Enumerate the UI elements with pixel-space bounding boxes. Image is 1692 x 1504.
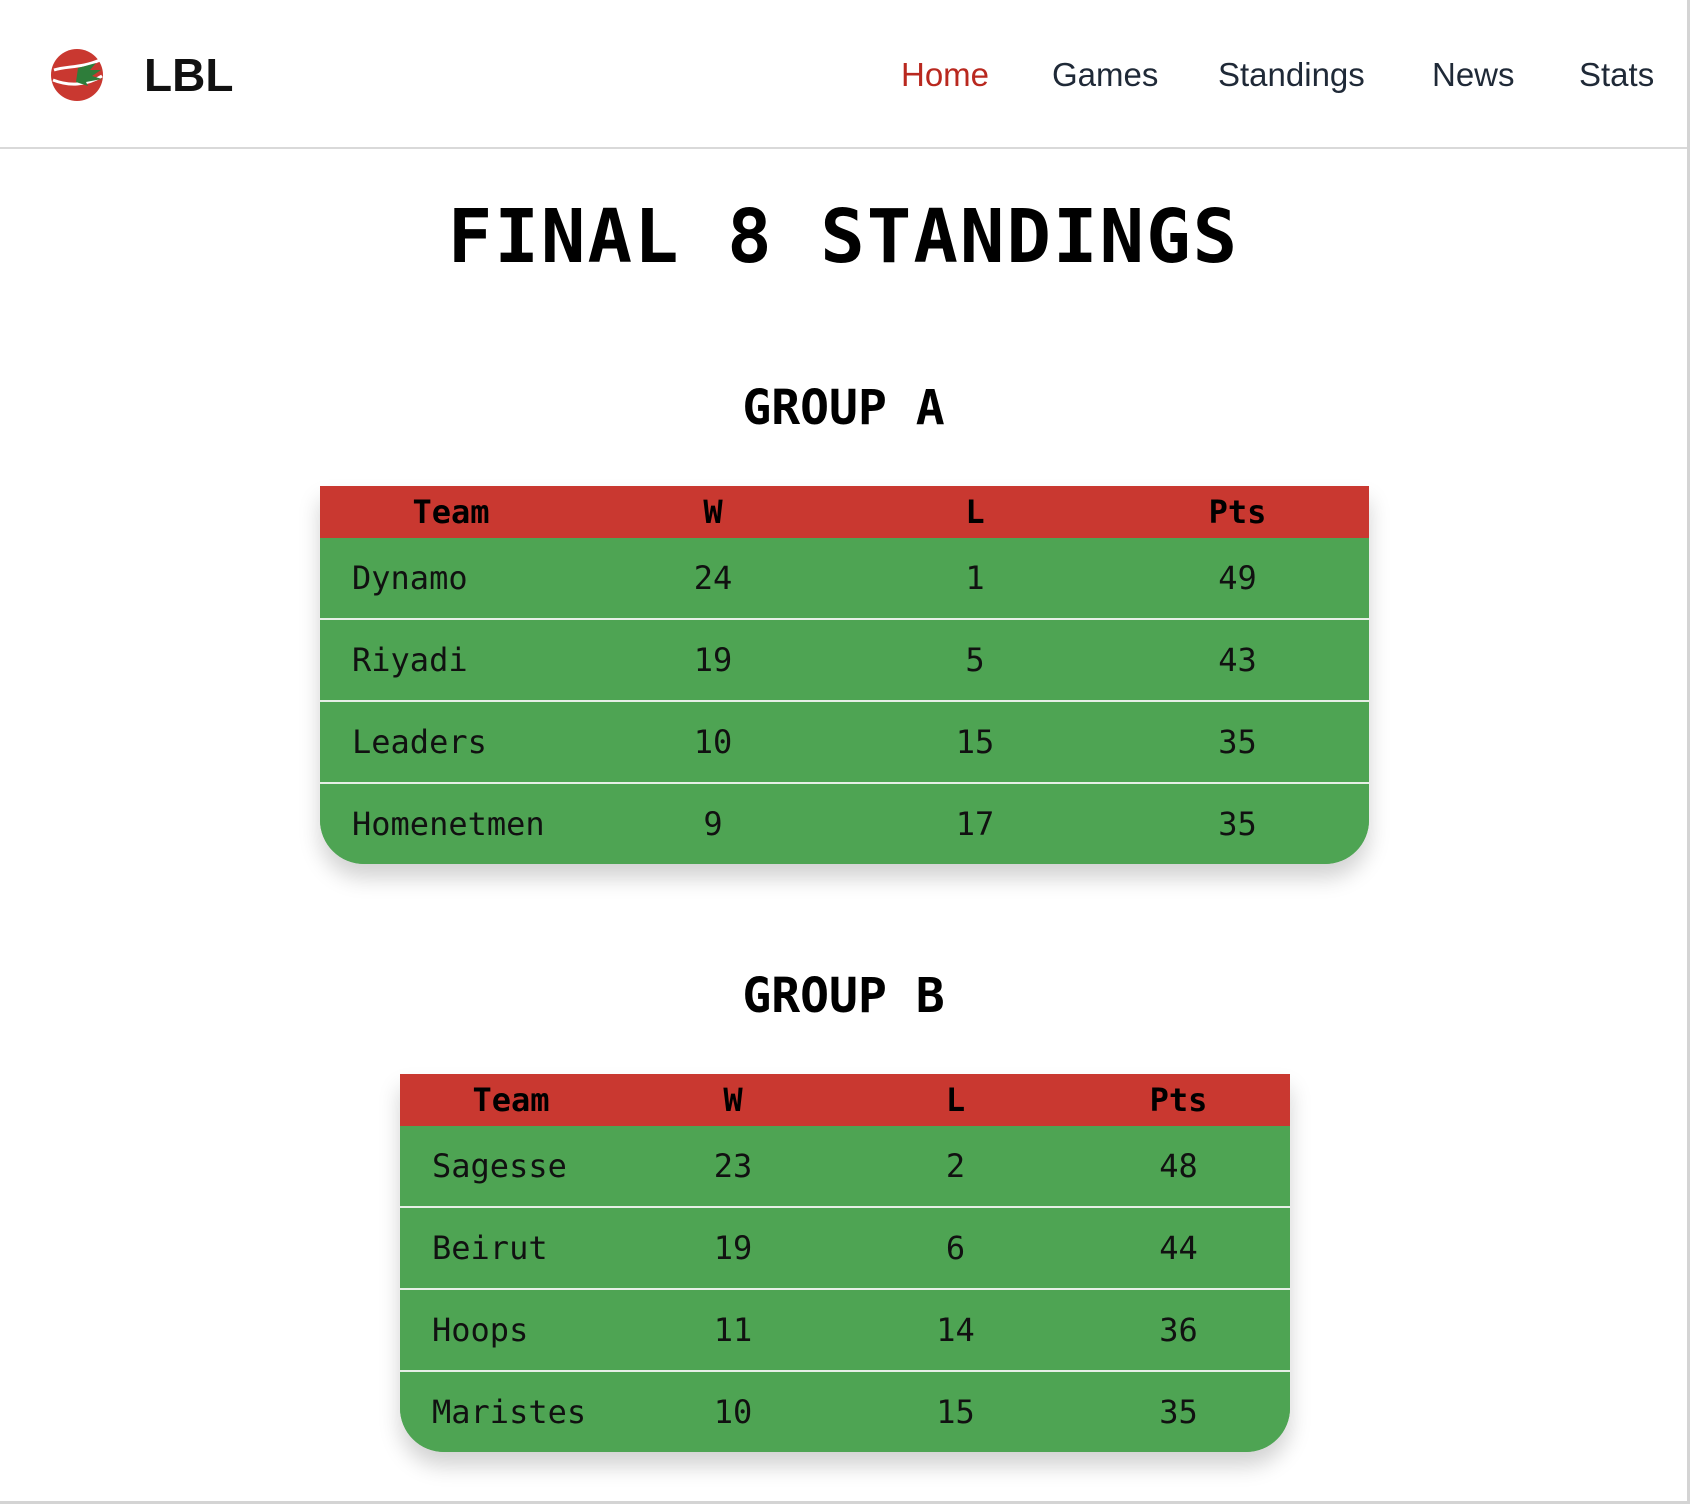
points-cell: 44 [1067,1206,1290,1289]
column-header-w: W [582,486,844,538]
table-row: Homenetmen 9 17 35 [320,782,1369,864]
table-row: Sagesse 23 2 48 [400,1126,1290,1207]
points-cell: 35 [1106,700,1369,783]
points-cell: 43 [1106,618,1369,701]
points-cell: 49 [1106,538,1369,619]
losses-cell: 2 [844,1126,1067,1207]
team-cell: Homenetmen [320,782,582,864]
table-row: Dynamo 24 1 49 [320,538,1369,619]
group-a-title: GROUP A [742,380,945,436]
nav-stats[interactable]: Stats [1579,52,1654,98]
column-header-team: Team [320,486,582,538]
brand-name: LBL [144,49,234,101]
table-row: Hoops 11 14 36 [400,1288,1290,1371]
wins-cell: 10 [582,700,844,783]
wins-cell: 19 [582,618,844,701]
wins-cell: 9 [582,782,844,864]
column-header-team: Team [400,1074,622,1126]
table-header-row: Team W L Pts [320,486,1369,538]
points-cell: 35 [1106,782,1369,864]
points-cell: 36 [1067,1288,1290,1371]
team-cell: Hoops [400,1288,622,1371]
column-header-l: L [844,1074,1067,1126]
table-header-row: Team W L Pts [400,1074,1290,1126]
group-b-title: GROUP B [742,968,945,1024]
team-cell: Dynamo [320,538,582,619]
column-header-l: L [844,486,1106,538]
wins-cell: 11 [622,1288,844,1371]
brand[interactable]: LBL [48,46,233,104]
basketball-cedar-logo-icon [51,49,103,101]
points-cell: 48 [1067,1126,1290,1207]
column-header-pts: Pts [1067,1074,1290,1126]
table-row: Riyadi 19 5 43 [320,618,1369,701]
wins-cell: 19 [622,1206,844,1289]
nav-news[interactable]: News [1432,52,1515,98]
table-row: Maristes 10 15 35 [400,1370,1290,1452]
wins-cell: 10 [622,1370,844,1452]
team-cell: Maristes [400,1370,622,1452]
team-cell: Sagesse [400,1126,622,1207]
wins-cell: 24 [582,538,844,619]
losses-cell: 6 [844,1206,1067,1289]
column-header-w: W [622,1074,844,1126]
team-cell: Leaders [320,700,582,783]
losses-cell: 15 [844,700,1106,783]
page-title: FINAL 8 STANDINGS [447,194,1240,280]
table-row: Beirut 19 6 44 [400,1206,1290,1289]
group-b-table: Team W L Pts Sagesse 23 2 48 Beirut 19 6… [400,1074,1290,1452]
nav-home[interactable]: Home [901,52,989,98]
losses-cell: 17 [844,782,1106,864]
nav-standings[interactable]: Standings [1218,52,1365,98]
team-cell: Beirut [400,1206,622,1289]
group-a-table: Team W L Pts Dynamo 24 1 49 Riyadi 19 5 … [320,486,1369,864]
losses-cell: 1 [844,538,1106,619]
losses-cell: 5 [844,618,1106,701]
losses-cell: 15 [844,1370,1067,1452]
column-header-pts: Pts [1106,486,1369,538]
nav-games[interactable]: Games [1052,52,1158,98]
wins-cell: 23 [622,1126,844,1207]
points-cell: 35 [1067,1370,1290,1452]
losses-cell: 14 [844,1288,1067,1371]
page: LBL Home Games Standings News Stats FINA… [0,0,1690,1504]
team-cell: Riyadi [320,618,582,701]
navbar: LBL Home Games Standings News Stats [0,0,1687,149]
table-row: Leaders 10 15 35 [320,700,1369,783]
